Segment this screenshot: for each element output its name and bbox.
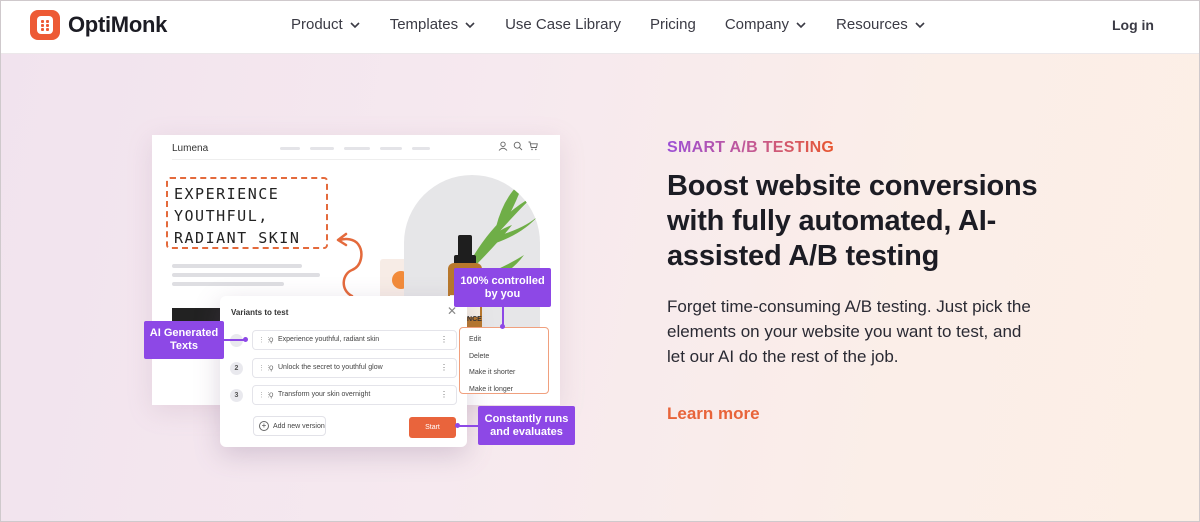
mock-nav-line: [280, 147, 300, 150]
callout-dot: [455, 423, 460, 428]
variants-panel: Variants to test ✕ ⋮⋮ ϙ Experience youth…: [220, 296, 467, 447]
section-eyebrow: SMART A/B TESTING: [667, 139, 835, 156]
menu-item-edit[interactable]: Edit: [460, 332, 548, 349]
more-options-icon[interactable]: ⋮: [440, 390, 448, 399]
menu-item-resources[interactable]: Resources: [836, 16, 926, 33]
user-icon: [498, 141, 508, 151]
mock-text-line: [172, 282, 284, 286]
menu-label: Product: [291, 16, 343, 33]
menu-item-pricing[interactable]: Pricing: [650, 16, 696, 33]
login-link[interactable]: Log in: [1112, 17, 1154, 33]
search-icon: [513, 141, 523, 151]
mock-text-line: [172, 264, 302, 268]
callout-line: 100% controlled: [460, 274, 545, 287]
callout-constantly-runs: Constantly runs and evaluates: [478, 406, 575, 445]
variant-number: 3: [230, 389, 243, 402]
variants-title: Variants to test: [231, 308, 289, 317]
variant-text: Unlock the secret to youthful glow: [278, 364, 383, 371]
optimonk-logo-icon: [30, 10, 60, 40]
mock-nav-line: [412, 147, 430, 150]
menu-item-product[interactable]: Product: [291, 16, 361, 33]
mock-nav-line: [344, 147, 370, 150]
menu-label: Company: [724, 16, 790, 33]
variant-row[interactable]: 2 ⋮⋮ ϙ Unlock the secret to youthful glo…: [230, 358, 457, 378]
mock-nav-line: [310, 147, 334, 150]
mock-text-line: [172, 273, 320, 277]
menu-label: Pricing: [649, 16, 696, 33]
optimonk-logo[interactable]: OptiMonk: [30, 10, 167, 40]
callout-connector: [458, 425, 478, 427]
start-button[interactable]: Start: [409, 417, 456, 438]
variant-row[interactable]: ⋮⋮ ϙ Experience youthful, radiant skin ⋮: [230, 330, 457, 350]
lightbulb-icon: ϙ: [269, 363, 274, 372]
menu-item-use-case-library[interactable]: Use Case Library: [505, 16, 621, 33]
callout-dot: [243, 337, 248, 342]
chevron-down-icon: [915, 21, 925, 28]
variant-text: Experience youthful, radiant skin: [278, 336, 380, 343]
more-options-icon[interactable]: ⋮: [440, 335, 448, 344]
variant-number: 2: [230, 362, 243, 375]
hero-section: Lumena EXPERIENCE YOUTHFUL, RADIANT SKIN: [0, 54, 1200, 522]
brand-name: OptiMonk: [68, 12, 168, 37]
heading-line: assisted A/B testing: [667, 240, 940, 272]
variant-row[interactable]: 3 ⋮⋮ ϙ Transform your skin overnight ⋮: [230, 385, 457, 405]
mock-site-brand: Lumena: [172, 143, 209, 154]
top-navigation: OptiMonk Product Templates Use Case Libr…: [0, 0, 1200, 54]
menu-item-templates[interactable]: Templates: [390, 16, 476, 33]
variant-text: Transform your skin overnight: [278, 391, 371, 398]
curly-arrow-icon: [336, 232, 363, 298]
cart-icon: [528, 141, 538, 151]
variant-context-menu: Edit Delete Make it shorter Make it long…: [459, 327, 549, 394]
lightbulb-icon: ϙ: [269, 335, 274, 344]
chevron-down-icon: [796, 21, 806, 28]
plus-icon: +: [259, 421, 269, 431]
variant-field[interactable]: ⋮⋮ ϙ Experience youthful, radiant skin ⋮: [252, 330, 457, 350]
lightbulb-icon: ϙ: [269, 390, 274, 399]
mock-headline-line: EXPERIENCE: [174, 185, 280, 203]
mock-headline-line: YOUTHFUL,: [174, 207, 269, 225]
chevron-down-icon: [465, 21, 475, 28]
menu-item-make-shorter[interactable]: Make it shorter: [460, 365, 548, 382]
callout-line: Constantly runs: [484, 412, 569, 425]
menu-item-company[interactable]: Company: [725, 16, 807, 33]
menu-item-make-longer[interactable]: Make it longer: [460, 382, 548, 399]
callout-connector: [502, 307, 504, 325]
callout-line: and evaluates: [490, 425, 563, 438]
callout-dot: [500, 324, 505, 329]
callout-line: by you: [484, 287, 521, 300]
heading-line: with fully automated, AI-: [667, 205, 997, 237]
callout-line: AI Generated: [149, 327, 219, 339]
add-new-version-label: Add new version: [273, 422, 325, 430]
mock-headline-line: RADIANT SKIN: [174, 229, 301, 247]
chevron-down-icon: [350, 21, 360, 28]
menu-item-delete[interactable]: Delete: [460, 349, 548, 366]
menu-label: Templates: [389, 16, 459, 33]
mock-headline-selected: EXPERIENCE YOUTHFUL, RADIANT SKIN: [166, 177, 328, 249]
hero-description: Forget time-consuming A/B testing. Just …: [667, 294, 1097, 369]
mock-site-icons: [498, 141, 538, 151]
description-line: let our AI do the rest of the job.: [667, 347, 899, 366]
callout-ai-generated-texts: AI Generated Texts: [144, 321, 224, 359]
more-options-icon[interactable]: ⋮: [440, 363, 448, 372]
mock-divider: [172, 159, 540, 160]
callout-line: Texts: [170, 340, 198, 352]
main-menu: Product Templates Use Case Library Prici…: [291, 16, 955, 33]
hero-heading: Boost website conversions with fully aut…: [667, 169, 1087, 274]
variant-field[interactable]: ⋮⋮ ϙ Unlock the secret to youthful glow …: [252, 358, 457, 378]
description-line: Forget time-consuming A/B testing. Just …: [667, 297, 1031, 316]
learn-more-link[interactable]: Learn more: [667, 404, 760, 424]
mock-nav-line: [380, 147, 402, 150]
heading-line: Boost website conversions: [667, 170, 1038, 202]
callout-controlled-by-you: 100% controlled by you: [454, 268, 551, 307]
menu-label: Resources: [836, 16, 908, 33]
description-line: elements on your website you want to tes…: [667, 322, 1022, 341]
menu-label: Use Case Library: [505, 16, 621, 33]
add-new-version-button[interactable]: + Add new version: [253, 416, 326, 436]
variant-field[interactable]: ⋮⋮ ϙ Transform your skin overnight ⋮: [252, 385, 457, 405]
